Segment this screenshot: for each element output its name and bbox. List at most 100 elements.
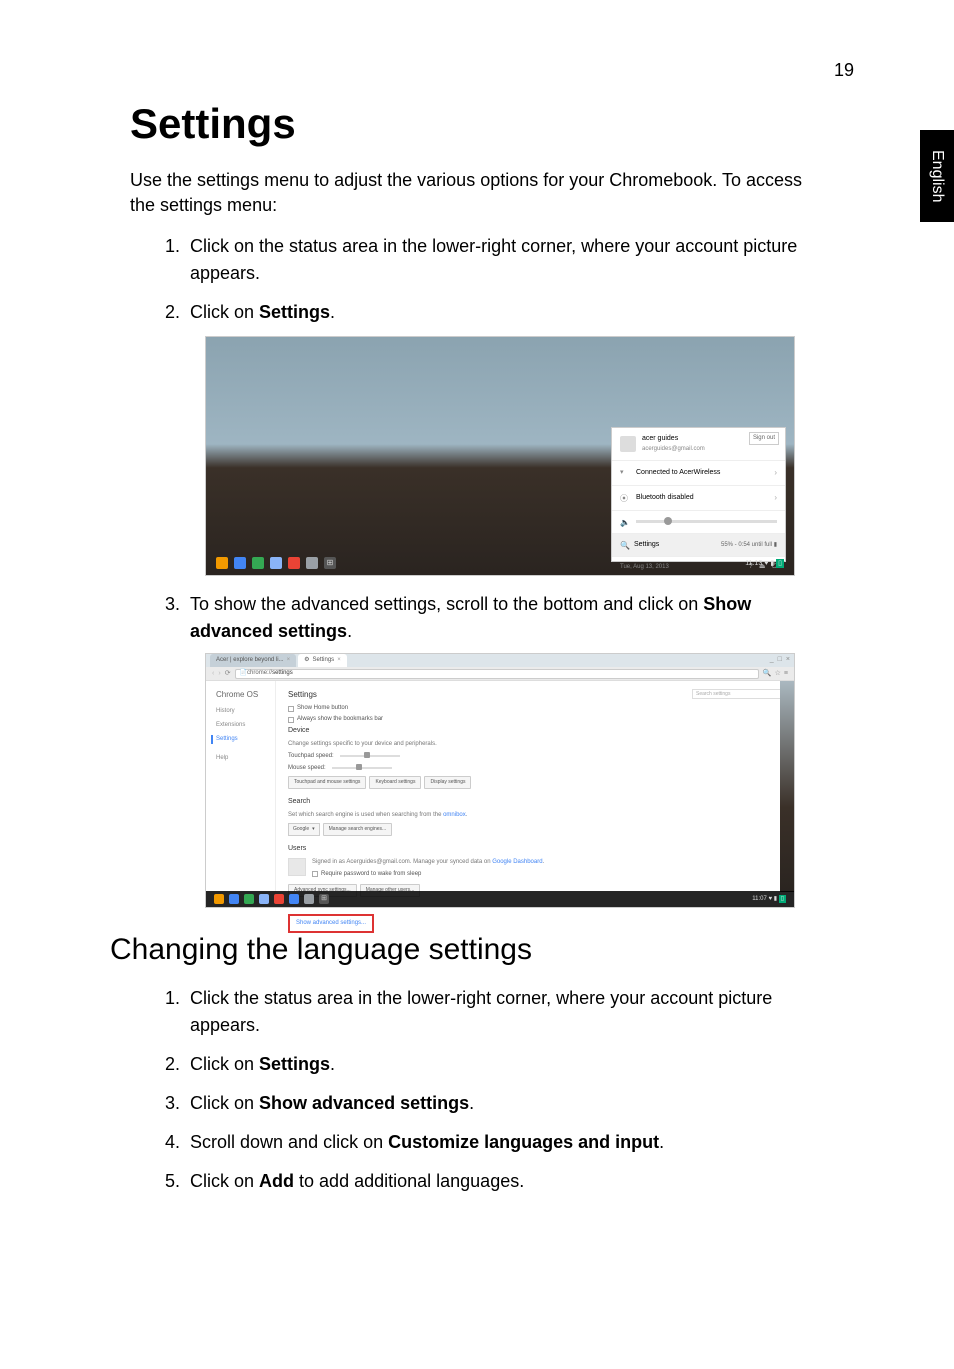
taskbar-app-icon[interactable] [270,557,282,569]
signout-button[interactable]: Sign out [749,432,779,445]
mouse-speed-row: Mouse speed: [288,764,782,773]
window-controls: _ □ × [770,655,790,666]
close-icon[interactable]: × [786,655,790,666]
touchpad-settings-button[interactable]: Touchpad and mouse settings [288,776,366,790]
lang-step-4: Scroll down and click on Customize langu… [185,1129,810,1156]
taskbar-app-icon[interactable] [234,557,246,569]
forward-icon[interactable]: › [218,669,220,680]
device-title: Device [288,726,782,737]
avatar [620,436,636,452]
search-title: Search [288,797,782,808]
subtitle: Changing the language settings [110,933,810,967]
dashboard-link[interactable]: Google Dashboard [492,859,542,865]
taskbar-app-icon[interactable] [259,894,269,904]
taskbar-app-icon[interactable] [288,557,300,569]
taskbar-left: ⊞ [216,557,336,569]
tab-settings[interactable]: ⚙Settings× [298,654,347,667]
user-info: acer guides acerguides@gmail.com [642,434,705,454]
touchpad-slider[interactable] [340,755,400,757]
taskbar-status[interactable]: 11:07 ♥ ▮ ▯ [752,895,786,904]
bookmarks-bar-checkbox[interactable]: Always show the bookmarks bar [288,715,782,724]
step-1: Click on the status area in the lower-ri… [185,233,810,287]
lang-step-5: Click on Add to add additional languages… [185,1168,810,1195]
user-row[interactable]: acer guides acerguides@gmail.com Sign ou… [612,428,785,461]
back-icon[interactable]: ‹ [212,669,214,680]
address-bar: ‹ › ⟳ 📄 chrome://settings 🔍 ☆ ≡ [206,667,794,681]
wifi-row[interactable]: Connected to AcerWireless › [612,461,785,486]
volume-icon [620,517,630,527]
taskbar-app-icon[interactable] [289,894,299,904]
search-desc: Set which search engine is used when sea… [288,811,782,820]
menu-icon[interactable]: ≡ [784,669,788,680]
mouse-slider[interactable] [332,767,392,769]
language-steps-list: Click the status area in the lower-right… [185,985,810,1195]
main-steps-list: Click on the status area in the lower-ri… [185,233,810,908]
sidebar-item-settings[interactable]: Settings [211,735,275,744]
search-icon[interactable]: 🔍 [763,669,772,680]
taskbar: ⊞ 11:07 ♥ ▮ ▯ [206,891,794,907]
app-launcher-icon[interactable]: ⊞ [319,894,329,904]
status-popup: acer guides acerguides@gmail.com Sign ou… [611,427,786,562]
minimize-icon[interactable]: _ [770,655,774,666]
show-home-checkbox[interactable]: Show Home button [288,704,782,713]
sidebar-title: Chrome OS [216,689,275,701]
users-title: Users [288,844,782,855]
taskbar-app-icon[interactable] [252,557,264,569]
taskbar-app-icon[interactable] [214,894,224,904]
settings-row[interactable]: Settings 55% - 0:54 until full ▮ [612,534,785,558]
volume-row[interactable] [612,511,785,534]
page-title: Settings [130,100,810,148]
lang-step-1: Click the status area in the lower-right… [185,985,810,1039]
settings-icon [620,540,630,550]
maximize-icon[interactable]: □ [778,655,782,666]
language-tab: English [920,130,954,222]
reload-icon[interactable]: ⟳ [225,669,231,680]
step-3: To show the advanced settings, scroll to… [185,591,810,908]
taskbar-apps: ⊞ [214,894,329,904]
manage-search-button[interactable]: Manage search engines... [323,823,393,837]
close-icon[interactable]: × [287,656,291,665]
show-advanced-link[interactable]: Show advanced settings... [288,914,374,933]
settings-body: Chrome OS History Extensions Settings He… [206,681,794,892]
search-section: Search Set which search engine is used w… [288,797,782,836]
bluetooth-icon [620,493,630,503]
sidebar-item-history[interactable]: History [216,707,275,716]
app-launcher-icon[interactable]: ⊞ [324,557,336,569]
settings-page-screenshot: Acer | explore beyond li...× ⚙Settings× … [205,653,795,908]
users-section: Users Signed in as Acerguides@gmail.com.… [288,844,782,897]
taskbar-app-icon[interactable] [244,894,254,904]
sidebar-item-help[interactable]: Help [216,754,275,763]
signed-in-text: Signed in as Acerguides@gmail.com. Manag… [312,858,544,867]
require-password-checkbox[interactable]: Require password to wake from sleep [312,870,544,879]
touchpad-speed-row: Touchpad speed: [288,752,782,761]
taskbar-app-icon[interactable] [216,557,228,569]
star-icon[interactable]: ☆ [775,669,781,680]
taskbar-app-icon[interactable] [306,557,318,569]
taskbar-app-icon[interactable] [304,894,314,904]
display-settings-button[interactable]: Display settings [424,776,471,790]
taskbar-app-icon[interactable] [274,894,284,904]
tab-acer[interactable]: Acer | explore beyond li...× [210,654,296,667]
taskbar-app-icon[interactable] [229,894,239,904]
device-desc: Change settings specific to your device … [288,740,782,749]
close-icon[interactable]: × [337,656,341,665]
search-settings-input[interactable]: Search settings [692,689,782,699]
bluetooth-row[interactable]: Bluetooth disabled › [612,486,785,511]
lang-step-3: Click on Show advanced settings. [185,1090,810,1117]
date-label: Tue, Aug 13, 2013 [620,563,669,572]
step-2: Click on Settings. acer guides acerguide… [185,299,810,576]
chevron-right-icon: › [774,467,777,479]
wifi-icon [620,468,630,478]
volume-slider[interactable] [636,520,777,523]
settings-sidebar: Chrome OS History Extensions Settings He… [206,681,276,892]
search-engine-select[interactable]: Google ▾ [288,823,320,837]
sidebar-item-extensions[interactable]: Extensions [216,721,275,730]
lang-step-2: Click on Settings. [185,1051,810,1078]
main-content: Settings Use the settings menu to adjust… [130,100,810,1207]
omnibox-link[interactable]: omnibox [443,812,466,818]
intro-paragraph: Use the settings menu to adjust the vari… [130,168,810,218]
settings-main: Settings Search settings Show Home butto… [276,681,794,892]
url-input[interactable]: 📄 chrome://settings [235,669,759,679]
taskbar-right[interactable]: 11:13 ♥ ▮ ▯ [745,559,784,570]
keyboard-settings-button[interactable]: Keyboard settings [369,776,421,790]
